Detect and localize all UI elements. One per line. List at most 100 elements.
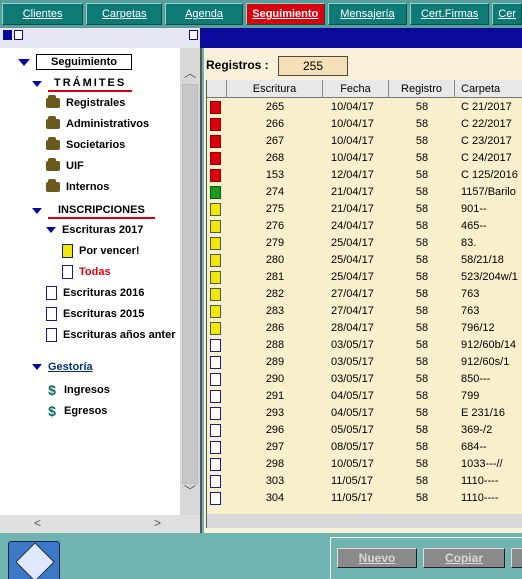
- carpeta-cell: 763: [461, 305, 480, 317]
- registro-cell: 58: [415, 475, 429, 487]
- scroll-left-icon[interactable]: <: [34, 516, 41, 530]
- tree-item-societarios[interactable]: Societarios: [46, 137, 125, 151]
- tab-clientes[interactable]: Clientes: [2, 3, 84, 25]
- column-header-registro[interactable]: Registro: [389, 80, 455, 98]
- window-icon[interactable]: [189, 30, 198, 40]
- tree-escrituras-anteriores[interactable]: Escrituras años anter: [46, 328, 176, 342]
- tree-escrituras-2015[interactable]: Escrituras 2015: [46, 307, 144, 321]
- expand-icon[interactable]: [18, 58, 30, 66]
- document-icon: [46, 286, 57, 300]
- table-row[interactable]: 274 21/04/17 58 1157/Barilo: [207, 184, 522, 201]
- table-row[interactable]: 288 03/05/17 58 912/60b/14: [207, 337, 522, 354]
- tree-egresos[interactable]: $ Egresos: [46, 403, 107, 419]
- table-row[interactable]: 268 10/04/17 58 C 24/2017: [207, 150, 522, 167]
- fecha-cell: 21/04/17: [331, 186, 374, 198]
- tab-carpetas[interactable]: Carpetas: [86, 3, 163, 25]
- tree-item-internos[interactable]: Internos: [46, 179, 110, 193]
- fecha-cell: 10/04/17: [331, 135, 374, 147]
- registros-label: Registros :: [206, 58, 269, 72]
- expand-icon[interactable]: [32, 208, 42, 214]
- tree-item-administrativos[interactable]: Administrativos: [46, 116, 149, 130]
- grid-horizontal-scrollbar[interactable]: [207, 514, 522, 528]
- tree-todas[interactable]: Todas: [62, 265, 111, 279]
- scroll-down-icon[interactable]: ﹀: [184, 482, 196, 499]
- scroll-right-icon[interactable]: >: [154, 516, 161, 530]
- tree-item-uif[interactable]: UIF: [46, 158, 84, 172]
- expand-icon[interactable]: [32, 81, 42, 87]
- panel-header-bar: [0, 28, 522, 48]
- table-row[interactable]: 296 05/05/17 58 369-/2: [207, 422, 522, 439]
- table-row[interactable]: 283 27/04/17 58 763: [207, 303, 522, 320]
- escritura-cell: 289: [265, 356, 285, 368]
- dollar-icon: $: [48, 382, 56, 398]
- table-row[interactable]: 153 12/04/17 58 C 125/2016: [207, 167, 522, 184]
- table-row[interactable]: 265 10/04/17 58 C 21/2017: [207, 99, 522, 116]
- table-row[interactable]: 276 24/04/17 58 465--: [207, 218, 522, 235]
- table-row[interactable]: 291 04/05/17 58 799: [207, 388, 522, 405]
- tree-gestoria[interactable]: Gestoría: [32, 361, 93, 373]
- table-row[interactable]: 289 03/05/17 58 912/60s/1: [207, 354, 522, 371]
- carpeta-cell: 901--: [461, 203, 487, 215]
- tab-mensajeria[interactable]: Mensajería: [327, 3, 408, 25]
- column-header-fecha[interactable]: Fecha: [323, 80, 389, 98]
- tree-ingresos[interactable]: $ Ingresos: [46, 382, 110, 398]
- tree-horizontal-scrollbar[interactable]: < >: [0, 515, 200, 533]
- table-row[interactable]: 298 10/05/17 58 1033---//: [207, 456, 522, 473]
- scroll-thumb[interactable]: [182, 84, 198, 484]
- table-row[interactable]: 286 28/04/17 58 796/12: [207, 320, 522, 337]
- expand-icon[interactable]: [32, 364, 42, 370]
- collapse-icon[interactable]: [3, 30, 12, 40]
- tree-item-label: Internos: [66, 181, 110, 193]
- status-document-icon: [210, 475, 221, 488]
- tree-root-label: Seguimiento: [36, 54, 133, 70]
- carpeta-cell: 684--: [461, 441, 487, 453]
- table-row[interactable]: 282 27/04/17 58 763: [207, 286, 522, 303]
- tree-root-seguimiento[interactable]: Seguimiento: [18, 54, 133, 70]
- tree-panel: Seguimiento TRÁMITES Registrales Adminis…: [0, 48, 202, 533]
- tab-cert-firmas[interactable]: Cert.Firmas: [410, 3, 490, 25]
- tree-escrituras-2017[interactable]: Escrituras 2017: [46, 224, 143, 236]
- table-row[interactable]: 290 03/05/17 58 850---: [207, 371, 522, 388]
- document-icon[interactable]: [14, 30, 23, 40]
- registro-cell: 58: [415, 390, 429, 402]
- bottom-bar: Nuevo Copiar: [0, 533, 522, 579]
- table-row[interactable]: 280 25/04/17 58 58/21/18: [207, 252, 522, 269]
- fecha-cell: 03/05/17: [331, 373, 374, 385]
- tree-escrituras-2016[interactable]: Escrituras 2016: [46, 286, 144, 300]
- tree-vertical-scrollbar[interactable]: ︿ ﹀: [180, 48, 200, 515]
- table-row[interactable]: 275 21/04/17 58 901--: [207, 201, 522, 218]
- column-header-escritura[interactable]: Escritura: [227, 80, 323, 98]
- fecha-cell: 25/04/17: [331, 271, 374, 283]
- carpeta-cell: 912/60s/1: [461, 356, 510, 368]
- tree-inscripciones[interactable]: INSCRIPCIONES: [32, 203, 155, 219]
- nuevo-button[interactable]: Nuevo: [337, 548, 417, 568]
- expand-icon[interactable]: [46, 227, 56, 233]
- records-grid: Escritura Fecha Registro Carpeta 265 10/0…: [206, 80, 522, 528]
- table-row[interactable]: 297 08/05/17 58 684--: [207, 439, 522, 456]
- fecha-cell: 10/04/17: [331, 101, 374, 113]
- document-icon: [62, 265, 73, 279]
- tab-agenda[interactable]: Agenda: [165, 3, 243, 25]
- table-row[interactable]: 293 04/05/17 58 E 231/16: [207, 405, 522, 422]
- escritura-cell: 280: [265, 254, 285, 266]
- tree-tramites[interactable]: TRÁMITES: [32, 76, 133, 92]
- tab-seguimiento[interactable]: Seguimiento: [245, 3, 325, 25]
- scroll-up-icon[interactable]: ︿: [184, 64, 196, 81]
- tab-cer[interactable]: Cer: [492, 3, 522, 25]
- status-document-icon: [210, 390, 221, 403]
- tree-por-vencer[interactable]: Por vencer!: [62, 244, 140, 258]
- column-header-carpeta[interactable]: Carpeta: [455, 80, 522, 98]
- carpeta-cell: 1033---//: [461, 458, 503, 470]
- table-row[interactable]: 267 10/04/17 58 C 23/2017: [207, 133, 522, 150]
- table-row[interactable]: 281 25/04/17 58 523/204w/1: [207, 269, 522, 286]
- table-row[interactable]: 279 25/04/17 58 83.: [207, 235, 522, 252]
- registro-cell: 58: [415, 271, 429, 283]
- table-row[interactable]: 304 11/05/17 58 1110----: [207, 490, 522, 507]
- tree-item-registrales[interactable]: Registrales: [46, 95, 125, 109]
- table-row[interactable]: 303 11/05/17 58 1110----: [207, 473, 522, 490]
- tree-item-label: Escrituras años anter: [63, 329, 176, 341]
- copiar-button[interactable]: Copiar: [423, 548, 505, 568]
- more-button[interactable]: [511, 548, 522, 568]
- registro-cell: 58: [415, 458, 429, 470]
- table-row[interactable]: 266 10/04/17 58 C 22/2017: [207, 116, 522, 133]
